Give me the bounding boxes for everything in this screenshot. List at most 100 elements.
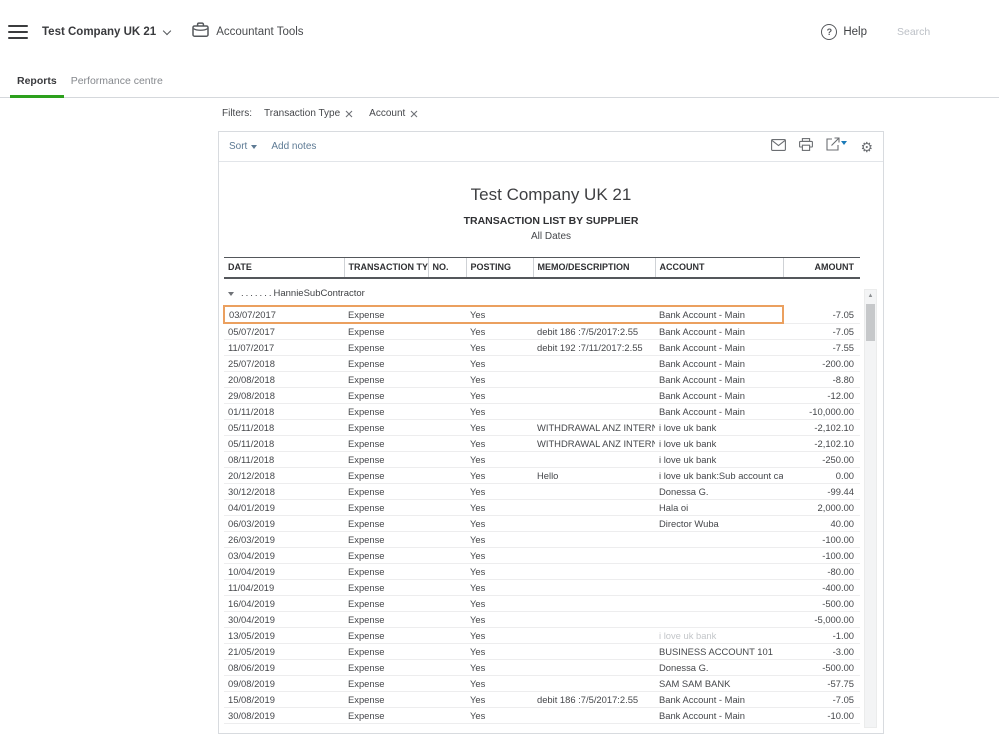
help-button[interactable]: ? Help (821, 24, 867, 40)
cell-posting: Yes (466, 435, 533, 452)
cell-no (428, 483, 466, 500)
column-header-no[interactable]: NO. (427, 257, 466, 279)
column-header-account[interactable]: ACCOUNT (654, 257, 783, 279)
cell-memo (533, 595, 655, 612)
export-button[interactable] (826, 137, 848, 156)
table-row[interactable]: 29/08/2018 Expense Yes Bank Account - Main -… (224, 387, 860, 404)
tab-performance-centre[interactable]: Performance centre (64, 67, 170, 97)
report-header: Test Company UK 21 TRANSACTION LIST BY S… (219, 185, 883, 242)
cell-date: 30/08/2019 (224, 707, 344, 724)
remove-filter-icon[interactable] (345, 110, 353, 118)
scroll-up-icon[interactable]: ▲ (865, 290, 876, 302)
cell-date: 10/04/2019 (224, 563, 344, 580)
table-row[interactable]: 21/05/2019 Expense Yes BUSINESS ACCOUNT 101… (224, 643, 860, 660)
column-header-amount[interactable]: AMOUNT (782, 257, 860, 279)
cell-date: 15/08/2019 (224, 691, 344, 708)
cell-date: 25/07/2018 (224, 355, 344, 372)
table-row[interactable]: 13/05/2019 Expense Yes i love uk bank -1.00 (224, 627, 860, 644)
cell-type: Expense (344, 371, 428, 388)
column-header-transaction-type[interactable]: TRANSACTION TYPE (343, 257, 428, 279)
table-row[interactable]: 16/04/2019 Expense Yes -500.00 (224, 595, 860, 612)
table-row[interactable]: 04/01/2019 Expense Yes Hala oi 2,000.00 (224, 499, 860, 516)
table-row[interactable]: 03/07/2017 Expense Yes Bank Account - Main -… (223, 305, 860, 324)
table-row[interactable]: 15/08/2019 Expense Yes debit 186 :7/5/2017:… (224, 691, 860, 708)
cell-memo (533, 531, 655, 548)
cell-no (428, 547, 466, 564)
cell-no (428, 595, 466, 612)
column-header-memo[interactable]: MEMO/DESCRIPTION (532, 257, 655, 279)
search-input[interactable] (897, 26, 955, 38)
company-name: Test Company UK 21 (42, 26, 157, 38)
cell-type: Expense (344, 627, 428, 644)
cell-memo (533, 547, 655, 564)
cell-posting: Yes (466, 579, 533, 596)
filter-chip-account[interactable]: Account (369, 108, 418, 119)
cell-posting: Yes (466, 691, 533, 708)
cell-no (428, 467, 466, 484)
cell-memo (533, 659, 655, 676)
cell-account: Hala oi (655, 499, 783, 516)
table-row[interactable]: 20/08/2018 Expense Yes Bank Account - Main -… (224, 371, 860, 388)
cell-memo: Hello (533, 467, 655, 484)
cell-type: Expense (344, 547, 428, 564)
cell-no (428, 419, 466, 436)
cell-type: Expense (344, 323, 428, 340)
table-row[interactable]: 20/12/2018 Expense Yes Hello i love uk bank:… (224, 467, 860, 484)
export-icon (826, 137, 840, 156)
table-row[interactable]: 11/07/2017 Expense Yes debit 192 :7/11/2017… (224, 339, 860, 356)
column-header-date[interactable]: DATE (224, 257, 344, 279)
email-button[interactable] (771, 138, 787, 156)
filter-chip-transaction-type[interactable]: Transaction Type (264, 108, 353, 119)
cell-account: Bank Account - Main (655, 305, 784, 324)
cell-account: BUSINESS ACCOUNT 101 (655, 643, 783, 660)
table-row[interactable]: 10/04/2019 Expense Yes -80.00 (224, 563, 860, 580)
hamburger-menu-icon[interactable] (8, 25, 28, 39)
tab-reports[interactable]: Reports (10, 67, 64, 98)
cell-type: Expense (344, 675, 428, 692)
report-toolbar: Sort Add notes ⚙ (219, 132, 883, 162)
table-row[interactable]: 05/11/2018 Expense Yes WITHDRAWAL ANZ INTER… (224, 435, 860, 452)
report-date-range: All Dates (530, 231, 571, 242)
table-row[interactable]: 09/08/2019 Expense Yes SAM SAM BANK -57.75 (224, 675, 860, 692)
print-button[interactable] (799, 137, 814, 156)
cell-memo (533, 707, 655, 724)
table-row[interactable]: 08/06/2019 Expense Yes Donessa G. -500.00 (224, 659, 860, 676)
sort-button[interactable]: Sort (229, 141, 258, 152)
filters-label: Filters: (222, 108, 252, 119)
remove-filter-icon[interactable] (410, 110, 418, 118)
table-row[interactable]: 05/11/2018 Expense Yes WITHDRAWAL ANZ INTER… (224, 419, 860, 436)
table-row[interactable]: 26/03/2019 Expense Yes -100.00 (224, 531, 860, 548)
cell-account: Bank Account - Main (655, 355, 783, 372)
cell-date: 05/07/2017 (224, 323, 344, 340)
cell-account: SAM SAM BANK (655, 675, 783, 692)
add-notes-button[interactable]: Add notes (271, 141, 316, 152)
cell-account: Donessa G. (655, 659, 783, 676)
table-row[interactable]: 30/04/2019 Expense Yes -5,000.00 (224, 611, 860, 628)
cell-posting: Yes (466, 547, 533, 564)
cell-type: Expense (344, 563, 428, 580)
table-row[interactable]: 03/04/2019 Expense Yes -100.00 (224, 547, 860, 564)
table-row[interactable]: 06/03/2019 Expense Yes Director Wuba 40.00 (224, 515, 860, 532)
scrollbar-thumb[interactable] (866, 304, 875, 341)
supplier-group-row[interactable]: .......HannieSubContractor (224, 278, 860, 306)
table-body: 03/07/2017 Expense Yes Bank Account - Main -… (223, 305, 860, 724)
table-row[interactable]: 30/08/2019 Expense Yes Bank Account - Main -… (224, 707, 860, 724)
table-row[interactable]: 01/11/2018 Expense Yes Bank Account - Main -… (224, 403, 860, 420)
cell-no (428, 707, 466, 724)
table-row[interactable]: 11/04/2019 Expense Yes -400.00 (224, 579, 860, 596)
cell-no (428, 643, 466, 660)
table-row[interactable]: 05/07/2017 Expense Yes debit 186 :7/5/2017:… (224, 323, 860, 340)
cell-no (428, 611, 466, 628)
accountant-tools-button[interactable]: Accountant Tools (192, 22, 304, 42)
cell-amount: -10,000.00 (783, 403, 860, 420)
column-header-posting[interactable]: POSTING (465, 257, 533, 279)
table-row[interactable]: 08/11/2018 Expense Yes i love uk bank -250.0… (224, 451, 860, 468)
table-row[interactable]: 30/12/2018 Expense Yes Donessa G. -99.44 (224, 483, 860, 500)
collapse-caret-icon[interactable] (228, 292, 234, 296)
company-selector[interactable]: Test Company UK 21 (42, 26, 172, 38)
printer-icon (799, 137, 814, 156)
settings-button[interactable]: ⚙ (860, 140, 873, 154)
cell-date: 16/04/2019 (224, 595, 344, 612)
table-row[interactable]: 25/07/2018 Expense Yes Bank Account - Main -… (224, 355, 860, 372)
cell-type: Expense (344, 515, 428, 532)
